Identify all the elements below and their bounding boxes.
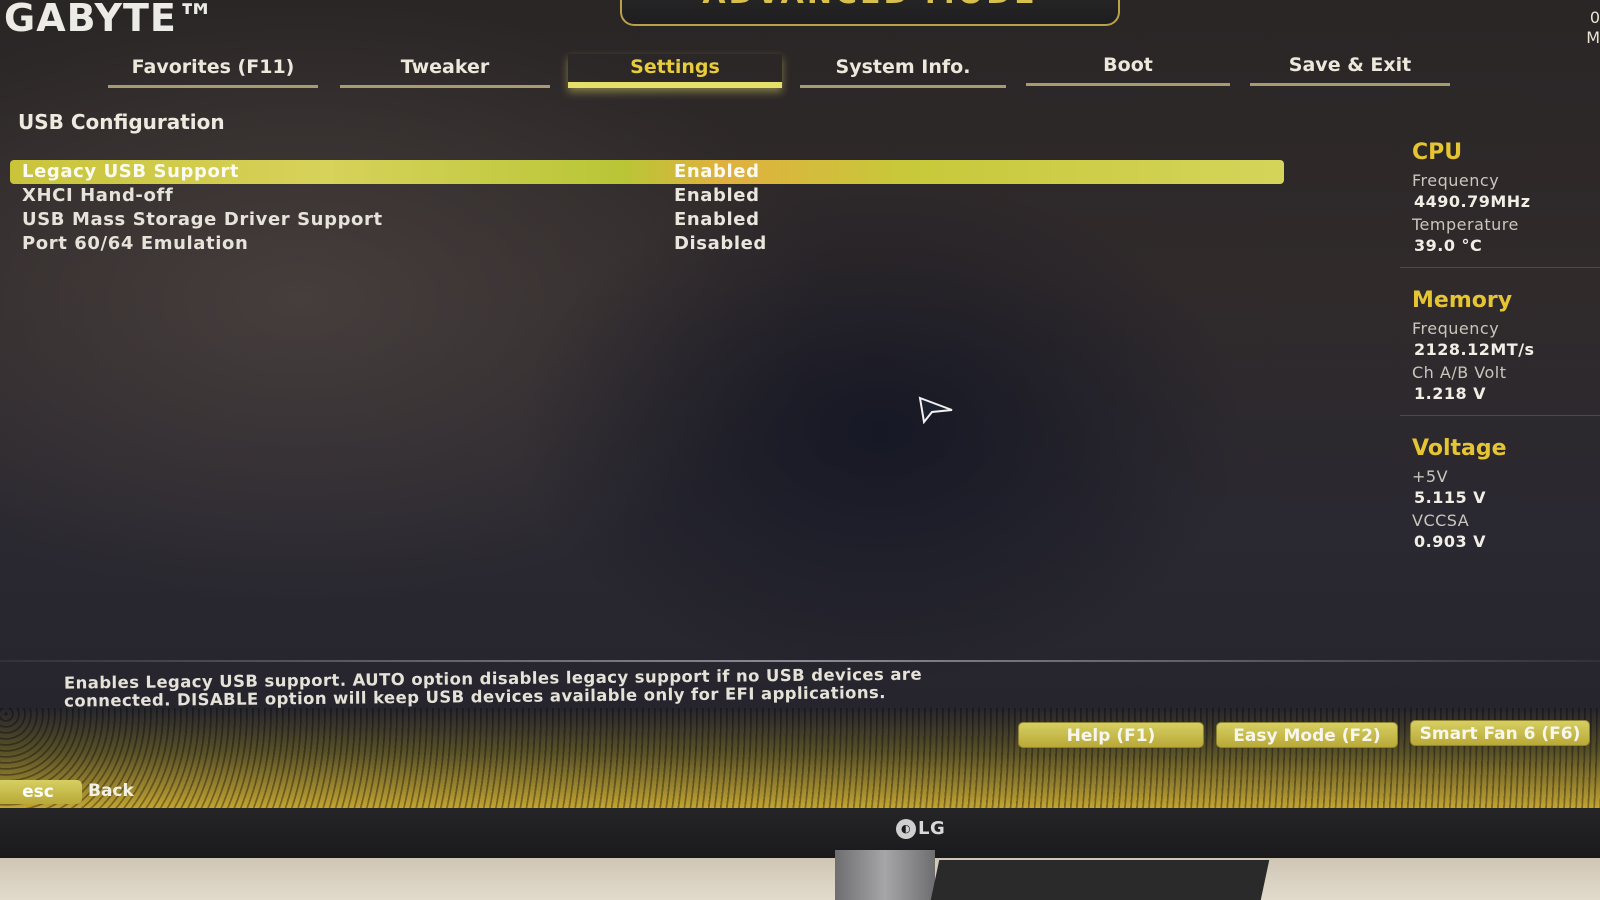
memory-title: Memory [1412, 288, 1513, 313]
setting-label: USB Mass Storage Driver Support [22, 209, 383, 230]
help-button[interactable]: Help (F1) [1018, 722, 1204, 748]
setting-value[interactable]: Enabled [674, 160, 760, 184]
setting-label: Port 60/64 Emulation [22, 233, 249, 254]
setting-value[interactable]: Disabled [674, 232, 767, 256]
hardware-monitor-panel: CPU Frequency 4490.79MHz Temperature 39.… [1400, 140, 1600, 583]
settings-list: Legacy USB Support Enabled XHCI Hand-off… [10, 160, 1310, 256]
tab-settings[interactable]: Settings [568, 54, 782, 88]
cpu-temperature-label: Temperature [1412, 215, 1519, 234]
tab-system-info[interactable]: System Info. [800, 54, 1006, 88]
back-label[interactable]: Back [88, 781, 134, 801]
cpu-frequency-value: 4490.79MHz [1414, 192, 1531, 211]
setting-label: Legacy USB Support [22, 161, 240, 182]
corner-readout: 0 M [1586, 8, 1600, 48]
bios-screen: GABYTE™ ADVANCED MODE 0 M Favorites (F11… [0, 0, 1600, 808]
memory-frequency-label: Frequency [1412, 319, 1500, 338]
memory-group: Memory Frequency 2128.12MT/s Ch A/B Volt… [1400, 288, 1600, 416]
smart-fan-button[interactable]: Smart Fan 6 (F6) [1410, 720, 1590, 746]
monitor-brand: LG [918, 818, 946, 839]
setting-legacy-usb-support[interactable]: Legacy USB Support Enabled [10, 160, 1284, 184]
voltage-vccsa-label: VCCSA [1412, 511, 1470, 530]
corner-line-2: M [1586, 28, 1600, 47]
easy-mode-button[interactable]: Easy Mode (F2) [1216, 722, 1398, 748]
setting-value[interactable]: Enabled [674, 184, 760, 208]
setting-xhci-hand-off[interactable]: XHCI Hand-off Enabled [10, 184, 1310, 208]
mode-title: ADVANCED MODE [620, 0, 1120, 26]
voltage-5v-label: +5V [1412, 467, 1449, 486]
cpu-group: CPU Frequency 4490.79MHz Temperature 39.… [1400, 140, 1600, 268]
corner-line-1: 0 [1589, 8, 1600, 27]
desk-surface [0, 858, 1600, 900]
help-divider [0, 660, 1600, 662]
brand-logo: GABYTE™ [4, 0, 216, 40]
tab-boot[interactable]: Boot [1026, 52, 1230, 86]
memory-volt-label: Ch A/B Volt [1412, 363, 1507, 382]
cpu-title: CPU [1412, 140, 1463, 165]
monitor-stand [835, 850, 935, 900]
tab-bar: Favorites (F11) Tweaker Settings System … [0, 50, 1600, 94]
setting-usb-mass-storage-driver[interactable]: USB Mass Storage Driver Support Enabled [10, 208, 1310, 232]
voltage-vccsa-value: 0.903 V [1414, 532, 1487, 551]
lg-circle-icon: ◐ [896, 819, 916, 839]
cpu-frequency-label: Frequency [1412, 171, 1500, 190]
tab-save-exit[interactable]: Save & Exit [1250, 52, 1450, 86]
section-title: USB Configuration [18, 110, 225, 134]
setting-port-60-64-emulation[interactable]: Port 60/64 Emulation Disabled [10, 232, 1310, 256]
voltage-group: Voltage +5V 5.115 V VCCSA 0.903 V [1400, 436, 1600, 563]
memory-frequency-value: 2128.12MT/s [1414, 340, 1535, 359]
monitor-bezel [0, 808, 1600, 858]
monitor-logo: ◐ LG [896, 818, 945, 839]
setting-value[interactable]: Enabled [674, 208, 760, 232]
esc-key-button[interactable]: esc [0, 780, 82, 804]
setting-label: XHCI Hand-off [22, 185, 174, 206]
memory-volt-value: 1.218 V [1414, 384, 1487, 403]
voltage-5v-value: 5.115 V [1414, 488, 1487, 507]
help-description: Enables Legacy USB support. AUTO option … [63, 664, 923, 711]
tab-favorites[interactable]: Favorites (F11) [108, 54, 318, 88]
tab-tweaker[interactable]: Tweaker [340, 54, 550, 88]
desk-box [930, 860, 1270, 900]
voltage-title: Voltage [1412, 436, 1507, 461]
cpu-temperature-value: 39.0 °C [1414, 236, 1483, 255]
